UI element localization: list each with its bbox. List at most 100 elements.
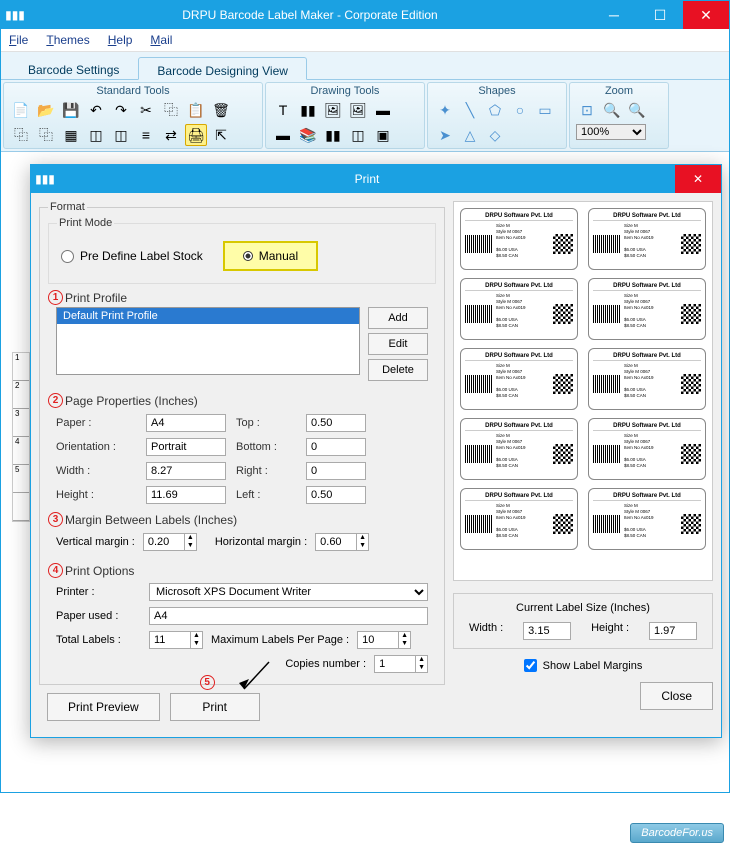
circle-icon[interactable]: ○	[509, 99, 531, 121]
show-margins-input[interactable]	[524, 659, 537, 672]
minimize-button[interactable]: ─	[591, 1, 637, 29]
print-icon[interactable]: 🖨	[185, 124, 207, 146]
predefine-radio[interactable]: Pre Define Label Stock	[61, 249, 203, 263]
align-icon[interactable]: ≡	[135, 124, 157, 146]
printer-select[interactable]: Microsoft XPS Document Writer	[149, 583, 428, 601]
add-button[interactable]: Add	[368, 307, 428, 329]
undo-icon[interactable]: ↶	[85, 99, 107, 121]
zoom-select[interactable]: 100%	[576, 124, 646, 140]
layer-icon[interactable]: ◫	[347, 124, 369, 146]
close-button[interactable]: ✕	[683, 1, 729, 29]
export-icon[interactable]: ⇱	[210, 124, 232, 146]
show-margins-checkbox[interactable]: Show Label Margins	[453, 659, 713, 672]
max-down-icon[interactable]: ▼	[399, 640, 410, 648]
zoom-in-icon[interactable]: 🔍	[601, 99, 623, 121]
zoom-fit-icon[interactable]: ⊡	[576, 99, 598, 121]
vmargin-up-icon[interactable]: ▲	[185, 534, 196, 542]
copies-up-icon[interactable]: ▲	[416, 656, 427, 664]
rect-icon[interactable]: ▭	[534, 99, 556, 121]
right-input[interactable]	[306, 462, 366, 480]
orient-input[interactable]	[146, 438, 226, 456]
swatch-icon[interactable]: ▬	[372, 99, 394, 121]
barcode-icon[interactable]: ▮▮	[297, 99, 319, 121]
new-icon[interactable]: 📄	[10, 99, 32, 121]
image-icon[interactable]: 🖼	[322, 99, 344, 121]
open-icon[interactable]: 📂	[35, 99, 57, 121]
grid-icon[interactable]: ▦	[60, 124, 82, 146]
hmargin-down-icon[interactable]: ▼	[357, 542, 368, 550]
delete-icon[interactable]: 🗑	[210, 99, 232, 121]
polygon-icon[interactable]: ⬠	[484, 99, 506, 121]
group-icon[interactable]: ◫	[85, 124, 107, 146]
max-input[interactable]	[358, 632, 398, 648]
menu-file[interactable]: File	[9, 33, 28, 47]
ungroup-icon[interactable]: ◫	[110, 124, 132, 146]
profile-item-default[interactable]: Default Print Profile	[57, 308, 359, 324]
menu-themes[interactable]: Themes	[46, 33, 89, 47]
copy-icon[interactable]: ⿻	[160, 99, 182, 121]
left-input[interactable]	[306, 486, 366, 504]
books-icon[interactable]: 📚	[297, 124, 319, 146]
print-dialog-close-button[interactable]: ✕	[675, 165, 721, 193]
top-input[interactable]	[306, 414, 366, 432]
vmargin-down-icon[interactable]: ▼	[185, 542, 196, 550]
zoom-out-icon[interactable]: 🔍	[626, 99, 648, 121]
barcode2-icon[interactable]: ▮▮	[322, 124, 344, 146]
paste-icon[interactable]: 📋	[185, 99, 207, 121]
star-icon[interactable]: ✦	[434, 99, 456, 121]
print-button[interactable]: Print	[170, 693, 260, 721]
triangle-icon[interactable]: △	[459, 124, 481, 146]
arrow-icon[interactable]: ➤	[434, 124, 456, 146]
close-dialog-button[interactable]: Close	[640, 682, 713, 710]
total-spinner[interactable]: ▲▼	[149, 631, 203, 649]
hmargin-spinner[interactable]: ▲▼	[315, 533, 369, 551]
ribbon-group-standard: Standard Tools 📄 📂 💾 ↶ ↷ ✂ ⿻ 📋 🗑 ⿻ ⿻ ▦ ◫…	[3, 82, 263, 149]
edit-button[interactable]: Edit	[368, 333, 428, 355]
menu-mail[interactable]: Mail	[150, 33, 172, 47]
text-icon[interactable]: T	[272, 99, 294, 121]
line-icon[interactable]: ╲	[459, 99, 481, 121]
tab-designing-view[interactable]: Barcode Designing View	[138, 57, 307, 80]
ribbon-group-zoom: Zoom ⊡ 🔍 🔍 100%	[569, 82, 669, 149]
copies-input[interactable]	[375, 656, 415, 672]
image2-icon[interactable]: 🖼	[347, 99, 369, 121]
max-spinner[interactable]: ▲▼	[357, 631, 411, 649]
tab-barcode-settings[interactable]: Barcode Settings	[9, 56, 138, 79]
menu-help[interactable]: Help	[108, 33, 133, 47]
flip-icon[interactable]: ⇄	[160, 124, 182, 146]
copy3-icon[interactable]: ⿻	[35, 124, 57, 146]
copy2-icon[interactable]: ⿻	[10, 124, 32, 146]
bring-icon[interactable]: ▣	[372, 124, 394, 146]
hmargin-input[interactable]	[316, 534, 356, 550]
height-input[interactable]	[146, 486, 226, 504]
width-input[interactable]	[146, 462, 226, 480]
vmargin-input[interactable]	[144, 534, 184, 550]
predefine-radio-input[interactable]	[61, 250, 74, 263]
paper-input[interactable]	[146, 414, 226, 432]
total-down-icon[interactable]: ▼	[191, 640, 202, 648]
max-up-icon[interactable]: ▲	[399, 632, 410, 640]
maximize-button[interactable]: ☐	[637, 1, 683, 29]
vmargin-spinner[interactable]: ▲▼	[143, 533, 197, 551]
hmargin-up-icon[interactable]: ▲	[357, 534, 368, 542]
manual-radio-button[interactable]: Manual	[223, 241, 318, 271]
diamond-icon[interactable]: ◇	[484, 124, 506, 146]
cut-icon[interactable]: ✂	[135, 99, 157, 121]
total-input[interactable]	[150, 632, 190, 648]
current-size-title: Current Label Size (Inches)	[464, 602, 702, 614]
size-width-input[interactable]	[523, 622, 571, 640]
height-label: Height :	[56, 489, 136, 501]
redo-icon[interactable]: ↷	[110, 99, 132, 121]
profile-list[interactable]: Default Print Profile	[56, 307, 360, 375]
copies-spinner[interactable]: ▲▼	[374, 655, 428, 673]
paper-used-input[interactable]	[149, 607, 428, 625]
max-label: Maximum Labels Per Page :	[211, 634, 349, 646]
save-icon[interactable]: 💾	[60, 99, 82, 121]
bottom-input[interactable]	[306, 438, 366, 456]
print-preview-button[interactable]: Print Preview	[47, 693, 160, 721]
size-height-input[interactable]	[649, 622, 697, 640]
copies-down-icon[interactable]: ▼	[416, 664, 427, 672]
fill-icon[interactable]: ▬	[272, 124, 294, 146]
delete-button[interactable]: Delete	[368, 359, 428, 381]
total-up-icon[interactable]: ▲	[191, 632, 202, 640]
